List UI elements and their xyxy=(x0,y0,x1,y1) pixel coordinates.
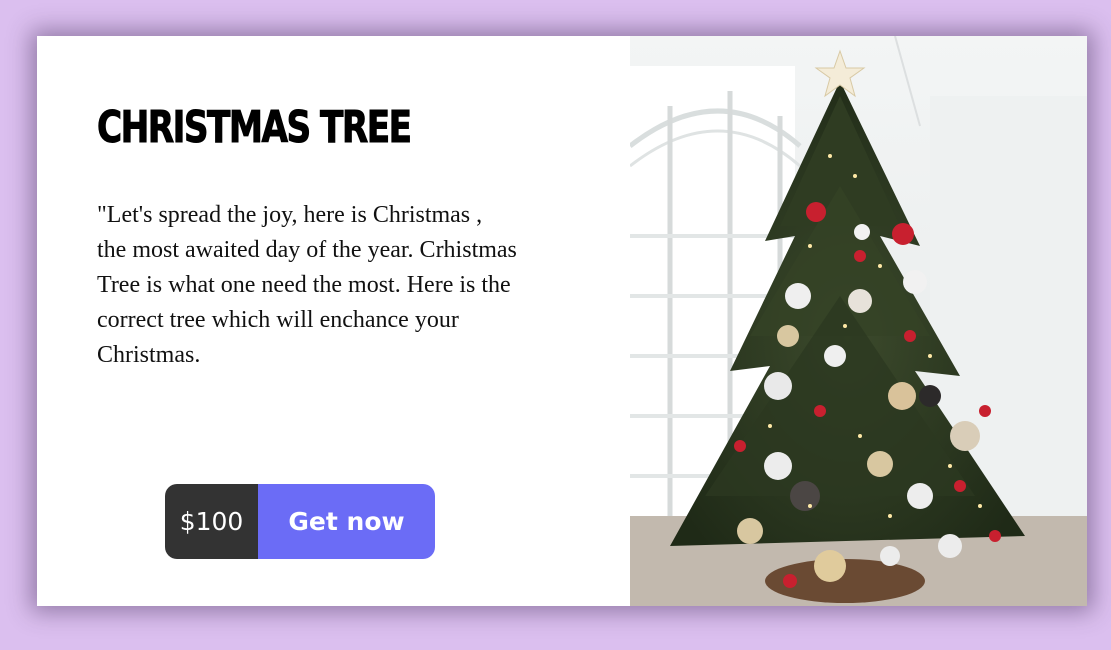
get-now-button[interactable]: Get now xyxy=(258,484,435,559)
product-card: Christmas Tree "Let's spread the joy, he… xyxy=(37,36,1087,606)
purchase-group: $100 Get now xyxy=(165,484,435,559)
product-title: Christmas Tree xyxy=(97,102,413,154)
product-description: "Let's spread the joy, here is Christmas… xyxy=(97,202,517,368)
product-info: Christmas Tree "Let's spread the joy, he… xyxy=(37,36,630,606)
price-tag: $100 xyxy=(165,484,258,559)
product-image xyxy=(630,36,1087,606)
christmas-tree-photo xyxy=(630,36,1087,606)
